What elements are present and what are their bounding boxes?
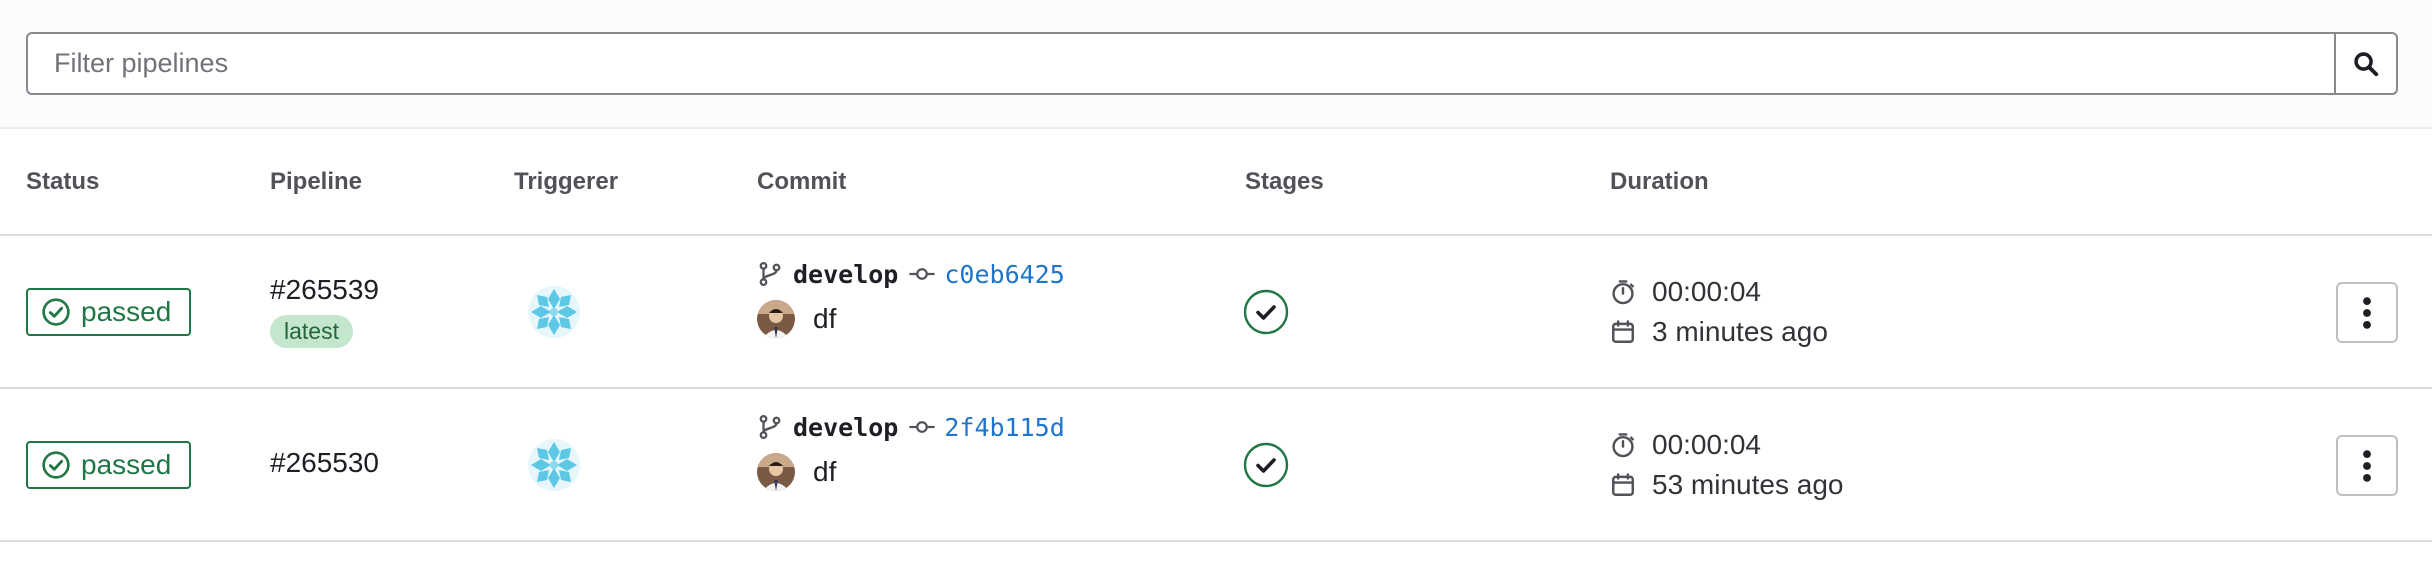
pipeline-id-link[interactable]: #265539 xyxy=(270,274,379,306)
table-header: Status Pipeline Triggerer Commit Stages … xyxy=(0,129,2432,236)
author-avatar[interactable] xyxy=(757,453,795,491)
author-avatar[interactable] xyxy=(757,300,795,338)
filter-search-box xyxy=(26,32,2398,95)
column-header-triggerer: Triggerer xyxy=(514,168,619,195)
calendar-icon xyxy=(1610,472,1636,498)
duration-value: 00:00:04 xyxy=(1652,276,1761,307)
search-button[interactable] xyxy=(2334,34,2396,93)
finished-time: 3 minutes ago xyxy=(1652,316,1828,347)
kebab-menu-icon xyxy=(2363,296,2371,329)
duration-row: 00:00:04 xyxy=(1610,429,1761,461)
commit-ref: develop 2f4b115d xyxy=(757,410,1065,444)
stage-status-icon[interactable] xyxy=(1243,289,1289,335)
column-header-commit: Commit xyxy=(757,168,847,195)
table-row: passed #265530 develop 2f4b115d df 00:00… xyxy=(0,389,2432,542)
finished-row: 53 minutes ago xyxy=(1610,469,1843,501)
triggerer-avatar[interactable] xyxy=(527,438,581,492)
stage-status-icon[interactable] xyxy=(1243,442,1289,488)
author-name[interactable]: df xyxy=(813,303,836,335)
branch-link[interactable]: develop xyxy=(793,260,898,289)
timer-icon xyxy=(1610,432,1636,458)
commit-sha-link[interactable]: 2f4b115d xyxy=(944,413,1064,442)
pipeline-id-link[interactable]: #265530 xyxy=(270,447,379,479)
commit-author: df xyxy=(757,299,836,339)
pipelines-page: Status Pipeline Triggerer Commit Stages … xyxy=(0,0,2432,574)
column-header-stages: Stages xyxy=(1245,168,1324,195)
column-header-duration: Duration xyxy=(1610,168,1709,195)
status-label: passed xyxy=(81,296,172,327)
check-circle-icon xyxy=(41,297,71,327)
column-header-pipeline: Pipeline xyxy=(270,168,363,195)
pipeline-actions-button[interactable] xyxy=(2336,282,2398,343)
commit-sha-link[interactable]: c0eb6425 xyxy=(944,260,1064,289)
calendar-icon xyxy=(1610,319,1636,345)
duration-row: 00:00:04 xyxy=(1610,276,1761,308)
filter-bar xyxy=(0,0,2432,129)
branch-icon xyxy=(757,260,783,288)
column-header-status: Status xyxy=(26,168,100,195)
finished-time: 53 minutes ago xyxy=(1652,469,1844,500)
commit-author: df xyxy=(757,452,836,492)
commit-icon xyxy=(908,264,936,284)
pipelines-table: Status Pipeline Triggerer Commit Stages … xyxy=(0,129,2432,542)
status-badge[interactable]: passed xyxy=(26,441,191,489)
commit-icon xyxy=(908,417,936,437)
search-icon xyxy=(2354,51,2379,76)
kebab-menu-icon xyxy=(2363,449,2371,482)
author-name[interactable]: df xyxy=(813,456,836,488)
status-label: passed xyxy=(81,449,172,480)
triggerer-avatar[interactable] xyxy=(527,285,581,339)
status-badge[interactable]: passed xyxy=(26,288,191,336)
filter-pipelines-input[interactable] xyxy=(28,34,2334,93)
check-circle-icon xyxy=(41,450,71,480)
timer-icon xyxy=(1610,279,1636,305)
branch-icon xyxy=(757,413,783,441)
commit-ref: develop c0eb6425 xyxy=(757,257,1065,291)
pipeline-actions-button[interactable] xyxy=(2336,435,2398,496)
duration-value: 00:00:04 xyxy=(1652,429,1761,460)
table-row: passed #265539 latest develop c0eb6425 d… xyxy=(0,236,2432,389)
branch-link[interactable]: develop xyxy=(793,413,898,442)
latest-badge: latest xyxy=(270,315,353,348)
finished-row: 3 minutes ago xyxy=(1610,316,1828,348)
